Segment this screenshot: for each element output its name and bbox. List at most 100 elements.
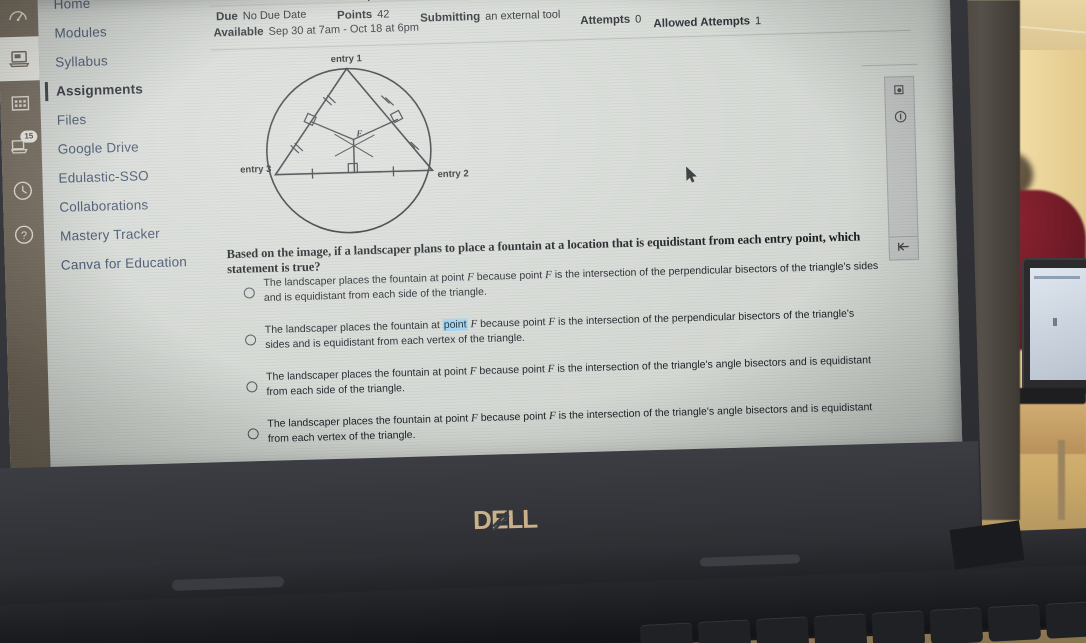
- course-nav-label: Home: [53, 0, 91, 12]
- opt-c-pre: The landscaper places the fountain at po…: [265, 365, 470, 384]
- global-nav-history[interactable]: [2, 168, 43, 213]
- second-laptop-screen: [1030, 268, 1086, 380]
- second-laptop-base: [1010, 388, 1086, 404]
- info-icon[interactable]: [886, 103, 915, 130]
- keyboard-key[interactable]: [755, 616, 810, 643]
- geometry-figure: entry 1 entry 2 entry 3 F: [224, 44, 479, 241]
- opt-b-mid: because point: [477, 316, 549, 331]
- radio-button-d[interactable]: [247, 428, 259, 440]
- meta-due-value: No Due Date: [242, 8, 307, 23]
- course-nav-item-collaborations[interactable]: Collaborations: [47, 189, 193, 222]
- global-nav-inbox[interactable]: 15: [1, 124, 42, 169]
- meta-attempts: Attempts 0: [580, 13, 641, 27]
- calendar-icon: [10, 94, 30, 113]
- meta-attempts-label: Attempts: [580, 13, 631, 28]
- meta-allowed-attempts-label: Allowed Attempts: [653, 15, 751, 31]
- meta-available-value: Sep 30 at 7am - Oct 18 at 6pm: [268, 21, 420, 38]
- opt-d-pre: The landscaper places the fountain at po…: [267, 412, 472, 431]
- meta-attempts-value: 0: [634, 13, 642, 26]
- svg-text:?: ?: [21, 230, 27, 242]
- opt-a-mid: because point: [473, 269, 546, 284]
- course-nav-item-files[interactable]: Files: [44, 102, 190, 135]
- global-nav-courses[interactable]: [0, 36, 40, 82]
- answer-option-d-text: The landscaper places the fountain at po…: [267, 400, 883, 446]
- answer-options: The landscaper places the fountain at po…: [233, 259, 883, 465]
- meta-allowed-attempts-value: 1: [754, 15, 762, 28]
- course-nav-item-syllabus[interactable]: Syllabus: [43, 44, 189, 77]
- second-laptop-screen-line: [1034, 276, 1080, 279]
- tool-panel[interactable]: [883, 75, 920, 257]
- magnify-icon[interactable]: [885, 77, 914, 104]
- global-nav-help[interactable]: ?: [3, 212, 44, 257]
- clock-icon: [12, 179, 35, 202]
- meta-points: Points 42: [337, 8, 390, 21]
- course-nav-item-mastery-tracker[interactable]: Mastery Tracker: [48, 218, 194, 251]
- collapse-left-icon: [897, 239, 911, 257]
- course-nav-label: Assignments: [55, 81, 144, 99]
- opt-b-highlighted-word: point: [442, 318, 468, 332]
- svg-text:entry 2: entry 2: [437, 168, 468, 180]
- tool-panel-collapse-button[interactable]: [888, 235, 920, 261]
- keyboard-key[interactable]: [697, 619, 752, 643]
- meta-due: Due No Due Date: [216, 9, 307, 24]
- keyboard-key[interactable]: [929, 607, 984, 643]
- radio-button-a[interactable]: [243, 287, 255, 299]
- answer-option-c-text: The landscaper places the fountain at po…: [266, 353, 882, 399]
- course-nav-label: Google Drive: [57, 139, 140, 157]
- svg-text:D: D: [473, 505, 492, 535]
- keyboard-key[interactable]: [987, 604, 1042, 642]
- svg-text:entry 3: entry 3: [240, 164, 271, 176]
- radio-button-c[interactable]: [246, 381, 258, 393]
- global-nav-calendar[interactable]: [0, 80, 41, 125]
- course-nav-label: Modules: [54, 24, 108, 41]
- course-nav-item-canva-for-education[interactable]: Canva for Education: [49, 247, 195, 280]
- keyboard-key[interactable]: [1045, 601, 1086, 639]
- meta-submitting: Submitting an external tool: [420, 9, 561, 25]
- meta-points-label: Points: [336, 8, 373, 22]
- course-nav-item-assignments[interactable]: Assignments: [44, 73, 190, 106]
- course-nav-item-google-drive[interactable]: Google Drive: [45, 131, 191, 164]
- answer-option-b-text: The landscaper places the fountain at po…: [265, 306, 881, 352]
- meta-submitting-label: Submitting: [420, 10, 481, 25]
- course-nav-label: Files: [56, 111, 87, 128]
- meta-available: Available Sep 30 at 7am - Oct 18 at 6pm: [213, 22, 419, 40]
- opt-c-mid: because point: [476, 363, 548, 378]
- opt-d-mid: because point: [477, 410, 550, 425]
- photo-scene: 15 ? Home Modules Syllabus Assignments F…: [0, 0, 1086, 643]
- dell-logo: D ELL: [473, 503, 564, 537]
- meta-points-value: 42: [377, 8, 390, 21]
- laptop-screen: 15 ? Home Modules Syllabus Assignments F…: [0, 0, 963, 482]
- svg-text:ELL: ELL: [491, 504, 539, 535]
- course-nav-label: Edulastic-SSO: [58, 168, 150, 186]
- courses-icon: [9, 50, 30, 69]
- course-nav-item-modules[interactable]: Modules: [42, 15, 188, 48]
- meta-due-label: Due: [215, 10, 238, 24]
- circumcenter-diagram: entry 1 entry 2 entry 3 F: [240, 53, 469, 234]
- keyboard-key[interactable]: [639, 622, 694, 643]
- second-laptop-screen-dot: [1053, 318, 1057, 326]
- meta-available-label: Available: [213, 25, 264, 40]
- answer-option-b[interactable]: The landscaper places the fountain at po…: [235, 306, 881, 353]
- dashboard-icon: [8, 7, 28, 24]
- svg-text:F: F: [355, 128, 362, 138]
- meta-allowed-attempts: Allowed Attempts 1: [653, 15, 761, 30]
- svg-text:entry 1: entry 1: [331, 53, 363, 65]
- answer-option-c[interactable]: The landscaper places the fountain at po…: [236, 353, 882, 400]
- table-leg: [1058, 440, 1065, 520]
- course-nav-item-edulastic-sso[interactable]: Edulastic-SSO: [46, 160, 192, 193]
- course-nav-label: Syllabus: [55, 53, 109, 70]
- help-icon: ?: [13, 223, 36, 246]
- course-nav-label: Canva for Education: [60, 254, 188, 273]
- tool-panel-rule: [861, 63, 918, 67]
- global-nav-dashboard[interactable]: [0, 0, 39, 37]
- meta-submitting-value: an external tool: [485, 8, 561, 23]
- answer-option-d[interactable]: The landscaper places the fountain at po…: [237, 400, 883, 447]
- course-nav-label: Collaborations: [59, 197, 149, 215]
- radio-button-b[interactable]: [244, 334, 257, 346]
- mouse-cursor: [685, 166, 697, 184]
- keyboard-key[interactable]: [871, 610, 926, 643]
- course-nav-label: Mastery Tracker: [59, 225, 161, 244]
- course-nav: Home Modules Syllabus Assignments Files …: [41, 0, 194, 280]
- keyboard-key[interactable]: [813, 613, 868, 643]
- inbox-badge: 15: [20, 130, 38, 143]
